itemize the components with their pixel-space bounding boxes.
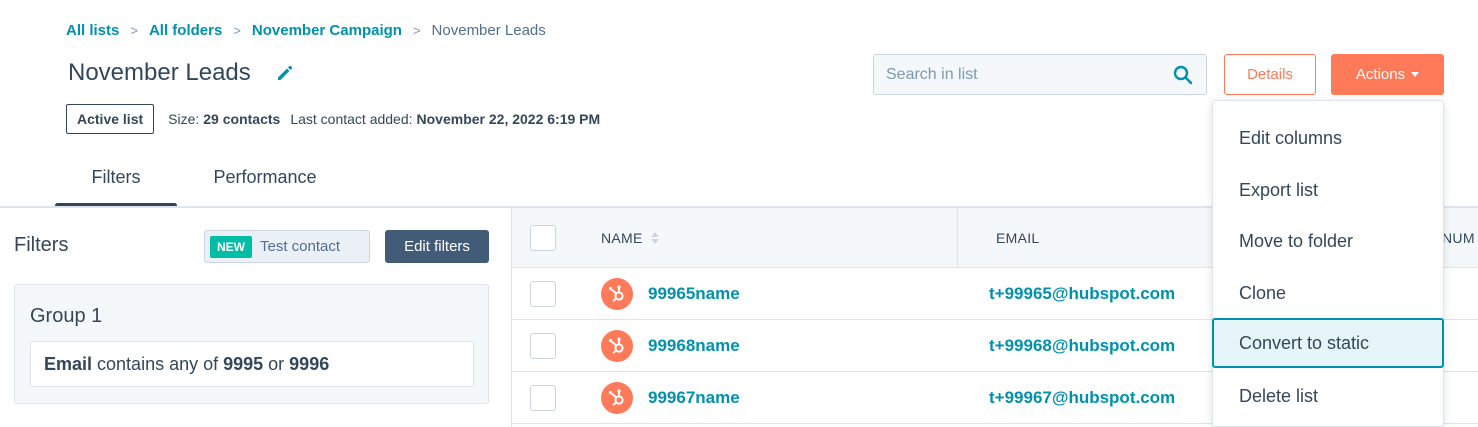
rule-property-text: Email (44, 353, 93, 374)
menu-item-move-to-folder[interactable]: Move to folder (1213, 216, 1443, 266)
contact-email-link[interactable]: t+99967@hubspot.com (989, 372, 1175, 424)
column-email-label: EMAIL (996, 230, 1040, 246)
actions-button-label: Actions (1355, 66, 1406, 83)
contact-name-link[interactable]: 99967name (648, 372, 740, 424)
filter-group-title: Group 1 (30, 305, 103, 327)
filter-rule[interactable]: Email contains any of 9995 or 9996 (30, 341, 474, 387)
size-label: Size: (168, 111, 200, 127)
menu-item-clone[interactable]: Clone (1213, 268, 1443, 318)
contact-name-link[interactable]: 99965name (648, 268, 740, 320)
contact-email-link[interactable]: t+99968@hubspot.com (989, 320, 1175, 372)
column-separator[interactable] (957, 208, 958, 268)
sort-icon[interactable] (650, 232, 659, 244)
edit-filters-button[interactable]: Edit filters (385, 230, 489, 263)
row-checkbox[interactable] (530, 281, 556, 307)
search-input[interactable] (886, 65, 1172, 84)
test-contact-label: Test contact (260, 238, 341, 255)
breadcrumb-all-lists[interactable]: All lists (66, 22, 119, 39)
list-meta: Active list Size: 29 contacts Last conta… (66, 104, 610, 134)
sprocket-svg (608, 337, 624, 354)
rule-value-2: 9996 (289, 354, 329, 375)
filter-group: Group 1 Email contains any of 9995 or 99… (14, 284, 489, 404)
breadcrumb: All lists > All folders > November Campa… (66, 20, 546, 40)
breadcrumb-separator: > (233, 22, 241, 38)
column-header-name[interactable]: NAME (601, 208, 659, 268)
column-header-num[interactable]: NUM (1442, 208, 1475, 268)
filters-panel: Filters NEW Test contact Edit filters Gr… (0, 208, 510, 427)
tab-performance[interactable]: Performance (177, 160, 353, 210)
menu-item-delete-list[interactable]: Delete list (1213, 371, 1443, 421)
last-added-label: Last contact added: (290, 111, 413, 127)
test-contact-button[interactable]: NEW Test contact (204, 230, 370, 263)
menu-item-convert-to-static[interactable]: Convert to static (1212, 318, 1444, 368)
pencil-icon-svg (277, 65, 293, 80)
tab-filters-label: Filters (91, 167, 141, 187)
contact-name-link[interactable]: 99968name (648, 320, 740, 372)
column-name-label: NAME (601, 230, 643, 246)
sprocket-svg (608, 285, 624, 302)
column-header-email[interactable]: EMAIL (996, 208, 1040, 268)
contact-email-link[interactable]: t+99965@hubspot.com (989, 268, 1175, 320)
rule-value-1-text: 9995 (223, 353, 264, 374)
breadcrumb-separator: > (130, 22, 138, 38)
column-num-label: NUM (1442, 230, 1475, 246)
rule-value-1: 9995 (223, 354, 263, 375)
filters-heading: Filters (14, 234, 69, 256)
row-checkbox[interactable] (530, 385, 556, 411)
breadcrumb-separator: > (412, 22, 421, 38)
breadcrumb-current: November Leads (431, 21, 546, 39)
hubspot-sprocket-icon (601, 382, 633, 414)
rule-value-2-text: 9996 (289, 353, 330, 374)
menu-item-export-list[interactable]: Export list (1213, 165, 1443, 215)
details-button[interactable]: Details (1224, 54, 1316, 95)
rule-property: Email (44, 354, 92, 375)
size-value: 29 contacts (203, 111, 281, 127)
page-title: November Leads (68, 59, 251, 86)
rule-operator: contains any of (97, 353, 219, 374)
breadcrumb-all-folders[interactable]: All folders (149, 22, 222, 39)
hubspot-sprocket-icon (601, 330, 633, 362)
hubspot-sprocket-icon (601, 278, 633, 310)
rule-conjunction: or (268, 353, 285, 374)
tab-performance-label: Performance (213, 167, 317, 187)
breadcrumb-november-campaign[interactable]: November Campaign (252, 22, 402, 39)
sprocket-svg (608, 389, 624, 406)
actions-dropdown-menu: Edit columns Export list Move to folder … (1212, 100, 1444, 427)
row-checkbox[interactable] (530, 333, 556, 359)
sort-down-icon (650, 239, 659, 244)
sort-up-icon (650, 232, 659, 237)
last-added-value: November 22, 2022 6:19 PM (416, 111, 601, 127)
select-all-checkbox[interactable] (530, 225, 556, 251)
tab-bar: Filters Performance (55, 160, 353, 210)
search-box (873, 54, 1207, 95)
search-icon[interactable] (1172, 64, 1194, 86)
actions-button[interactable]: Actions (1331, 54, 1444, 95)
menu-item-edit-columns[interactable]: Edit columns (1213, 113, 1443, 163)
new-badge: NEW (210, 235, 252, 258)
title-row: November Leads (68, 58, 295, 88)
caret-down-icon (1411, 72, 1420, 77)
pencil-icon[interactable] (275, 63, 295, 83)
active-list-badge: Active list (66, 104, 155, 134)
search-icon-svg (1173, 65, 1193, 84)
